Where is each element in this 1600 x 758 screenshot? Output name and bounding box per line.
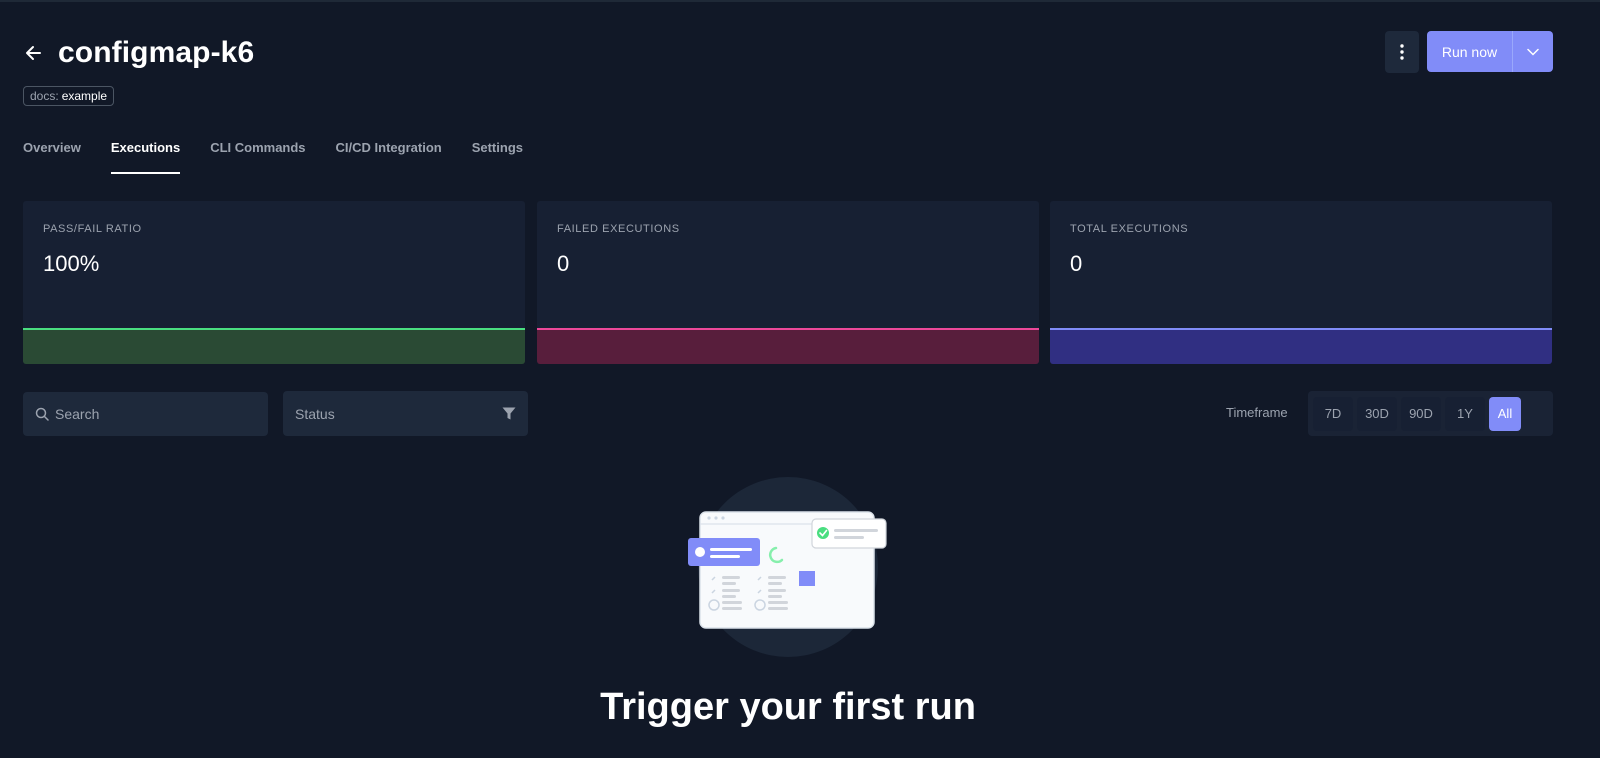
stat-label: FAILED EXECUTIONS [557, 223, 680, 235]
tab-settings[interactable]: Settings [472, 140, 523, 174]
timeframe-90d[interactable]: 90D [1401, 396, 1441, 431]
run-now-button[interactable]: Run now [1427, 31, 1553, 72]
timeframe-selector: 7D 30D 90D 1Y All [1308, 391, 1553, 436]
timeframe-1y[interactable]: 1Y [1445, 396, 1485, 431]
tab-executions[interactable]: Executions [110, 140, 181, 174]
failed-executions-sparkline [537, 328, 1039, 364]
timeframe-7d[interactable]: 7D [1313, 396, 1353, 431]
stat-label: TOTAL EXECUTIONS [1070, 223, 1189, 235]
more-options-button[interactable] [1385, 31, 1419, 73]
timeframe-30d[interactable]: 30D [1357, 396, 1397, 431]
failed-executions-card: FAILED EXECUTIONS 0 [537, 201, 1039, 364]
tab-bar: Overview Executions CLI Commands CI/CD I… [23, 140, 523, 174]
arrow-left-icon[interactable] [22, 42, 44, 64]
stat-value: 0 [1070, 251, 1083, 276]
stat-value: 100% [43, 251, 100, 276]
kebab-icon [1400, 44, 1404, 60]
timeframe-label: Timeframe [1226, 405, 1288, 420]
filter-icon [502, 407, 516, 420]
pass-fail-sparkline [23, 328, 525, 364]
label-key: docs: [30, 89, 59, 103]
timeframe-all[interactable]: All [1489, 396, 1521, 431]
run-button-divider [1512, 31, 1513, 72]
status-placeholder: Status [295, 405, 335, 422]
pass-fail-ratio-card: PASS/FAIL RATIO 100% [23, 201, 525, 364]
tab-overview[interactable]: Overview [23, 140, 81, 174]
tab-cli-commands[interactable]: CLI Commands [210, 140, 305, 174]
search-input[interactable]: Search [23, 392, 268, 436]
status-filter[interactable]: Status [283, 391, 528, 436]
empty-state-title: Trigger your first run [600, 686, 976, 728]
stat-label: PASS/FAIL RATIO [43, 223, 142, 235]
page-header: configmap-k6 [22, 36, 254, 70]
label-badge[interactable]: docs: example [23, 86, 115, 106]
search-placeholder: Search [55, 406, 100, 422]
search-icon [35, 407, 49, 421]
top-border [0, 0, 1600, 2]
label-value: example [61, 89, 108, 103]
tab-cicd-integration[interactable]: CI/CD Integration [336, 140, 442, 174]
total-executions-sparkline [1050, 328, 1552, 364]
page-title: configmap-k6 [58, 36, 255, 69]
empty-state-illustration [680, 476, 910, 661]
stat-value: 0 [557, 251, 570, 276]
total-executions-card: TOTAL EXECUTIONS 0 [1050, 201, 1552, 364]
chevron-down-icon[interactable] [1513, 31, 1553, 72]
run-now-label[interactable]: Run now [1427, 31, 1512, 72]
